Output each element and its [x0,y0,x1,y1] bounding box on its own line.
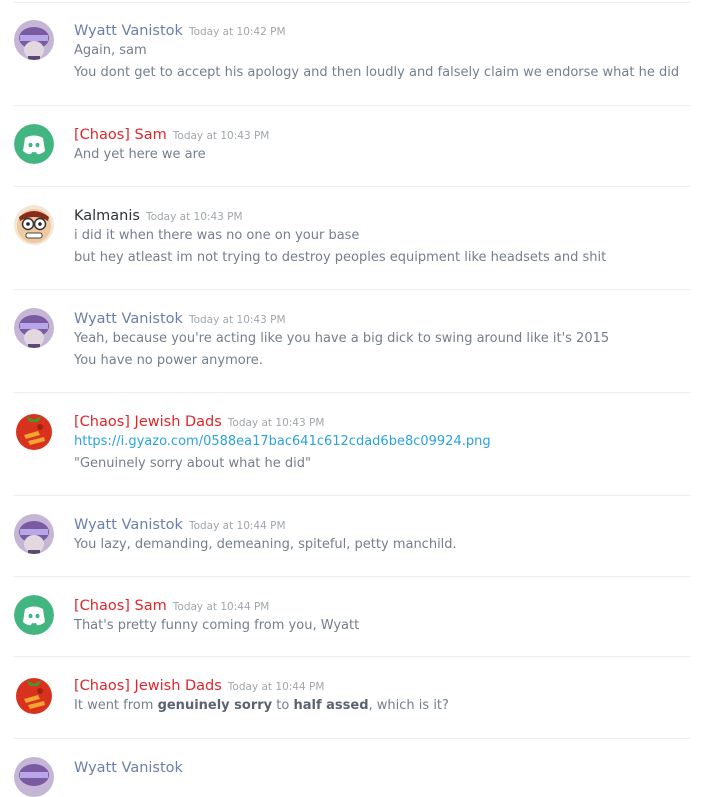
bold-text: genuinely sorry [157,698,273,713]
message-divider [14,576,690,577]
username[interactable]: [Chaos] Sam [74,598,167,614]
message-text: Again, sam [74,43,147,58]
username[interactable]: Kalmanis [74,208,140,224]
chat-log: Wyatt Vanistok Today at 10:42 PM Again, s… [0,0,713,797]
timestamp: Today at 10:44 PM [172,601,270,613]
message-divider [14,392,690,393]
message-divider [14,738,690,739]
message-divider [14,105,690,106]
jewish-dads-avatar-icon[interactable] [14,675,54,715]
message-divider [14,2,690,3]
bold-text: half assed [293,698,369,713]
kalmanis-avatar-icon[interactable] [14,205,54,245]
message-divider [14,289,690,290]
message-divider [14,656,690,657]
message-text: but hey atleast im not trying to destroy… [74,250,607,265]
timestamp: Today at 10:43 PM [172,130,270,142]
wyatt-avatar-icon[interactable] [14,514,54,554]
username[interactable]: [Chaos] Jewish Dads [74,414,222,430]
timestamp: Today at 10:44 PM [227,681,325,693]
timestamp: Today at 10:44 PM [188,520,286,532]
message-text: You dont get to accept his apology and t… [74,65,680,80]
message-divider [14,495,690,496]
message-text: You lazy, demanding, demeaning, spiteful… [74,537,457,552]
username[interactable]: Wyatt Vanistok [74,23,183,39]
message-text: Yeah, because you're acting like you hav… [74,331,610,346]
timestamp: Today at 10:43 PM [227,417,325,429]
jewish-dads-avatar-icon[interactable] [14,411,54,451]
wyatt-avatar-icon[interactable] [14,757,54,797]
message-text: And yet here we are [74,147,206,162]
message-text: "Genuinely sorry about what he did" [74,456,312,471]
timestamp: Today at 10:42 PM [188,26,286,38]
discord-logo-icon[interactable] [14,595,54,635]
message-divider [14,186,690,187]
discord-logo-icon[interactable] [14,124,54,164]
message-text: That's pretty funny coming from you, Wya… [74,618,360,633]
username[interactable]: [Chaos] Jewish Dads [74,678,222,694]
username[interactable]: Wyatt Vanistok [74,311,183,327]
timestamp: Today at 10:43 PM [188,314,286,326]
username[interactable]: [Chaos] Sam [74,127,167,143]
timestamp: Today at 10:43 PM [145,211,243,223]
message-text: i did it when there was no one on your b… [74,228,360,243]
username[interactable]: Wyatt Vanistok [74,760,183,776]
wyatt-avatar-icon[interactable] [14,20,54,60]
message-text: It went from genuinely sorry to half ass… [74,698,449,713]
message-link[interactable]: https://i.gyazo.com/0588ea17bac641c612cd… [74,434,491,449]
wyatt-avatar-icon[interactable] [14,308,54,348]
username[interactable]: Wyatt Vanistok [74,517,183,533]
message-text: You have no power anymore. [74,353,263,368]
